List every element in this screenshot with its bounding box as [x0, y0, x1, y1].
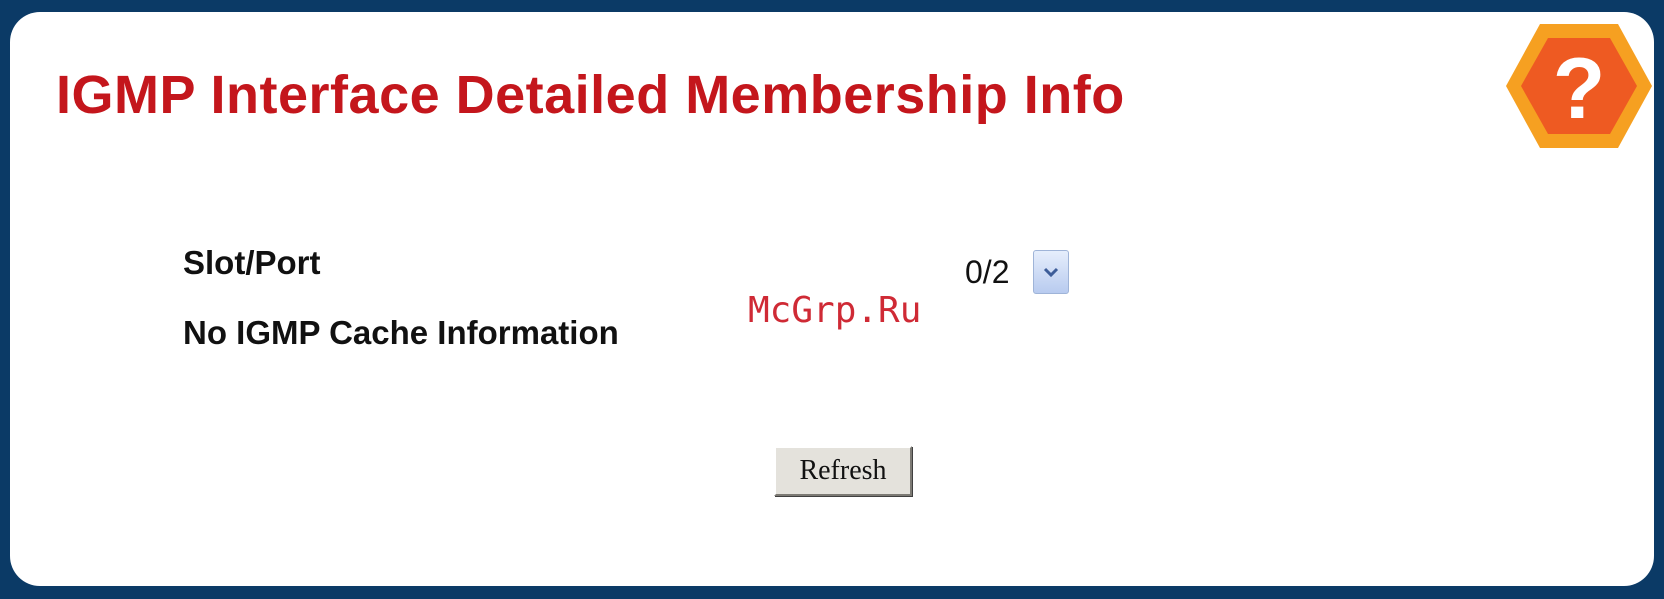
content-panel: IGMP Interface Detailed Membership Info … — [10, 12, 1654, 586]
help-glyph: ? — [1553, 41, 1606, 137]
watermark: McGrp.Ru — [748, 290, 922, 331]
slot-port-value: 0/2 — [965, 253, 1010, 290]
slot-port-select[interactable]: 0/2 — [965, 250, 1070, 294]
chevron-down-icon — [1044, 267, 1059, 278]
window-frame: IGMP Interface Detailed Membership Info … — [0, 0, 1664, 599]
slot-port-dropdown-button[interactable] — [1033, 250, 1070, 294]
page-title: IGMP Interface Detailed Membership Info — [56, 65, 1125, 125]
help-button[interactable]: ? — [1504, 20, 1654, 152]
no-cache-message: No IGMP Cache Information — [183, 314, 619, 351]
help-icon: ? — [1506, 24, 1652, 148]
slot-port-label: Slot/Port — [183, 244, 321, 281]
refresh-button[interactable]: Refresh — [774, 446, 912, 496]
